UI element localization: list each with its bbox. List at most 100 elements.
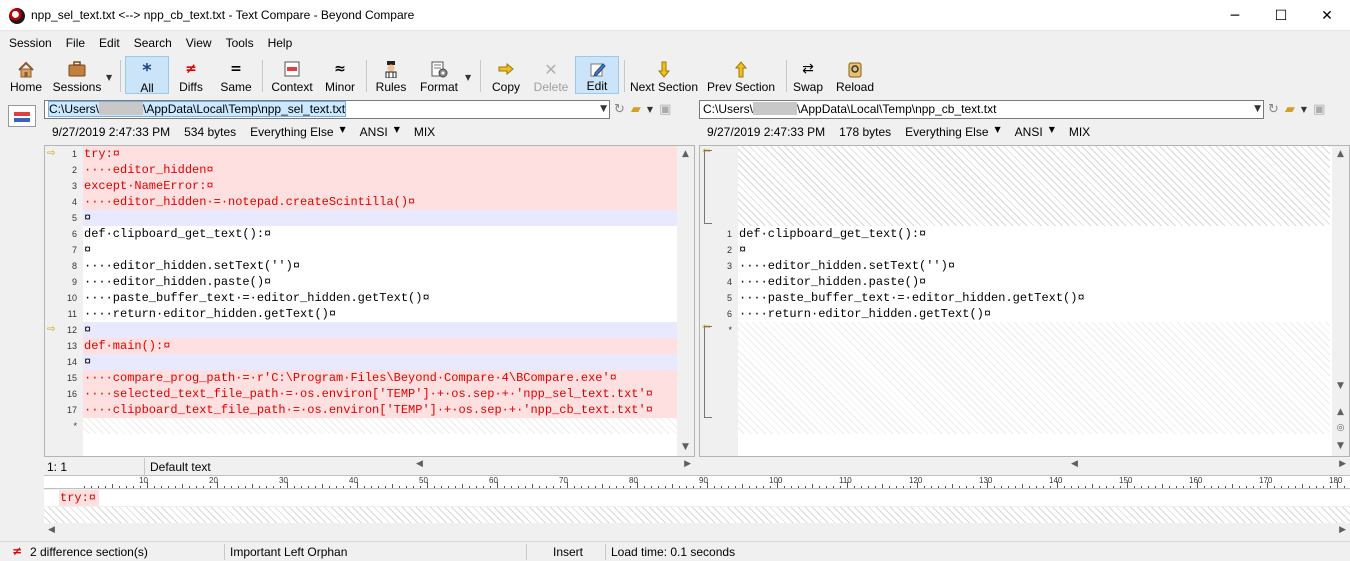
editor-line[interactable]: ⇨ 12 ¤ [45, 322, 694, 338]
zoom-icon[interactable]: ◎ [1332, 420, 1349, 437]
editor-line[interactable]: 6 def·clipboard_get_text():¤ [45, 226, 694, 242]
scroll-right-icon[interactable]: ▶ [1339, 459, 1346, 469]
minimize-button[interactable]: ─ [1212, 0, 1258, 31]
ruler-tick [441, 486, 442, 488]
maximize-button[interactable]: ☐ [1258, 0, 1304, 31]
editor-line[interactable]: 5 ····paste_buffer_text·=·editor_hidden.g… [700, 290, 1349, 306]
right-editor[interactable]: ⇦ ⇦ 1 def·clipboard_get_text():¤ 2 ¤ 3 ····ed… [699, 145, 1350, 457]
format-button[interactable]: Format [416, 56, 462, 94]
editor-line[interactable]: 17 ····clipboard_text_file_path·=·os.envi… [45, 402, 694, 418]
editor-line[interactable]: 6 ····return·editor_hidden.getText()¤ [700, 306, 1349, 322]
editor-line[interactable]: ⇨ 1 try:¤ [45, 146, 694, 162]
left-folder-dropdown-icon[interactable]: ▼ [647, 105, 653, 114]
reload-button[interactable]: Reload [834, 56, 876, 94]
left-horizontal-scrollbar[interactable]: ◀ ▶ [412, 458, 695, 475]
right-format-selector[interactable]: Everything Else [905, 125, 988, 141]
right-folder-dropdown-icon[interactable]: ▼ [1301, 105, 1307, 114]
scroll-right-icon[interactable]: ▶ [684, 459, 691, 469]
right-path-input[interactable]: C:\Users\ \AppData\Local\Temp\npp_cb_text… [699, 100, 1264, 119]
menu-file[interactable]: File [57, 34, 90, 54]
session-thumbnail-icon[interactable] [8, 105, 36, 127]
scroll-left-icon[interactable]: ◀ [48, 525, 55, 535]
editor-line[interactable]: 14 ¤ [45, 354, 694, 370]
left-path-dropdown-arrow[interactable]: ▼ [600, 101, 607, 118]
scroll-down-icon[interactable]: ▼ [1332, 438, 1349, 455]
menu-session[interactable]: Session [0, 34, 57, 54]
filter-all-button[interactable]: * All [125, 56, 169, 95]
scroll-left-icon[interactable]: ◀ [416, 459, 423, 469]
scroll-down-icon[interactable]: ▼ [677, 439, 694, 456]
delete-button[interactable]: ✕ Delete [530, 56, 572, 95]
menu-search[interactable]: Search [125, 34, 177, 54]
right-vertical-scrollbar[interactable]: ▲ ▼ ▲ ◎ ▼ [1332, 146, 1349, 456]
scroll-left-icon[interactable]: ◀ [1071, 459, 1078, 469]
editor-line[interactable]: 13 def·main():¤ [45, 338, 694, 354]
editor-line[interactable]: 1 def·clipboard_get_text():¤ [700, 226, 1349, 242]
editor-line[interactable]: 4 ····editor_hidden·=·notepad.createScint… [45, 194, 694, 210]
rules-button[interactable]: Rules [372, 56, 410, 94]
editor-line[interactable]: 15 ····compare_prog_path·=·r'C:\Program·F… [45, 370, 694, 386]
editor-line[interactable]: 3 ····editor_hidden.setText('')¤ [700, 258, 1349, 274]
ruler-label: 10 [139, 476, 148, 485]
sessions-dropdown-arrow[interactable]: ▼ [106, 73, 112, 82]
scroll-right-icon[interactable]: ▶ [1339, 525, 1346, 535]
editor-line[interactable]: 2 ····editor_hidden¤ [45, 162, 694, 178]
prev-section-button[interactable]: Prev Section [706, 56, 776, 94]
editor-line[interactable]: 5 ¤ [45, 210, 694, 226]
filter-same-button[interactable]: = Same [216, 56, 256, 94]
right-save-icon[interactable]: ▣ [1313, 102, 1325, 117]
menu-edit[interactable]: Edit [90, 34, 125, 54]
left-line-endings[interactable]: MIX [414, 125, 435, 141]
scroll-up-icon[interactable]: ▲ [677, 146, 694, 163]
menu-help[interactable]: Help [259, 34, 298, 54]
scroll-down-icon[interactable]: ▼ [1332, 378, 1349, 395]
context-button[interactable]: Context [268, 56, 316, 94]
left-refresh-icon[interactable]: ↻ [614, 102, 625, 117]
right-path-dropdown-arrow[interactable]: ▼ [1254, 101, 1261, 118]
minor-button[interactable]: ≈ Minor [321, 56, 359, 94]
right-format-dropdown-icon[interactable]: ▼ [995, 125, 1001, 141]
editor-line[interactable]: 8 ····editor_hidden.setText('')¤ [45, 258, 694, 274]
next-section-button[interactable]: Next Section [629, 56, 699, 94]
left-encoding-dropdown-icon[interactable]: ▼ [394, 125, 400, 141]
editor-line[interactable]: 16 ····selected_text_file_path·=·os.envir… [45, 386, 694, 402]
editor-line[interactable]: 3 except·NameError:¤ [45, 178, 694, 194]
line-view-left[interactable]: try:¤ [44, 490, 1350, 506]
editor-line[interactable]: 2 ¤ [700, 242, 1349, 258]
right-encoding-dropdown-icon[interactable]: ▼ [1049, 125, 1055, 141]
format-dropdown-arrow[interactable]: ▼ [465, 73, 471, 82]
right-folder-icon[interactable]: ▰ [1285, 102, 1295, 117]
left-save-icon[interactable]: ▣ [659, 102, 671, 117]
editor-line[interactable]: 9 ····editor_hidden.paste()¤ [45, 274, 694, 290]
scroll-up-icon[interactable]: ▲ [1332, 404, 1349, 421]
left-folder-icon[interactable]: ▰ [631, 102, 641, 117]
left-encoding-selector[interactable]: ANSI [360, 125, 388, 141]
menu-view[interactable]: View [177, 34, 217, 54]
left-vertical-scrollbar[interactable]: ▲ ▼ [677, 146, 694, 456]
editor-line[interactable]: * [45, 418, 694, 434]
menu-tools[interactable]: Tools [217, 34, 259, 54]
ruler-label: 110 [839, 476, 852, 485]
copy-button[interactable]: Copy [487, 56, 525, 94]
sessions-button[interactable]: Sessions [50, 56, 104, 94]
editor-line[interactable]: 4 ····editor_hidden.paste()¤ [700, 274, 1349, 290]
right-horizontal-scrollbar[interactable]: ◀ ▶ [1067, 458, 1350, 475]
scroll-up-icon[interactable]: ▲ [1332, 146, 1349, 163]
left-format-dropdown-icon[interactable]: ▼ [340, 125, 346, 141]
edit-button[interactable]: Edit [575, 56, 619, 94]
line-view-right[interactable] [44, 507, 1350, 523]
editor-line[interactable]: 7 ¤ [45, 242, 694, 258]
right-refresh-icon[interactable]: ↻ [1268, 102, 1279, 117]
right-line-endings[interactable]: MIX [1069, 125, 1090, 141]
bottom-horizontal-scrollbar[interactable]: ◀ ▶ [44, 524, 1350, 540]
home-button[interactable]: Home [6, 56, 46, 94]
left-path-input[interactable]: C:\Users\ \AppData\Local\Temp\npp_sel_tex… [44, 100, 610, 119]
close-button[interactable]: ✕ [1304, 0, 1350, 31]
swap-button[interactable]: ⇄ Swap [790, 56, 826, 94]
left-editor[interactable]: ⇨ 1 try:¤ 2 ····editor_hidden¤ 3 except·NameEr… [44, 145, 695, 457]
left-format-selector[interactable]: Everything Else [250, 125, 333, 141]
editor-line[interactable]: 10 ····paste_buffer_text·=·editor_hidden.… [45, 290, 694, 306]
filter-diffs-button[interactable]: ≠ Diffs [172, 56, 210, 94]
right-encoding-selector[interactable]: ANSI [1015, 125, 1043, 141]
editor-line[interactable]: 11 ····return·editor_hidden.getText()¤ [45, 306, 694, 322]
